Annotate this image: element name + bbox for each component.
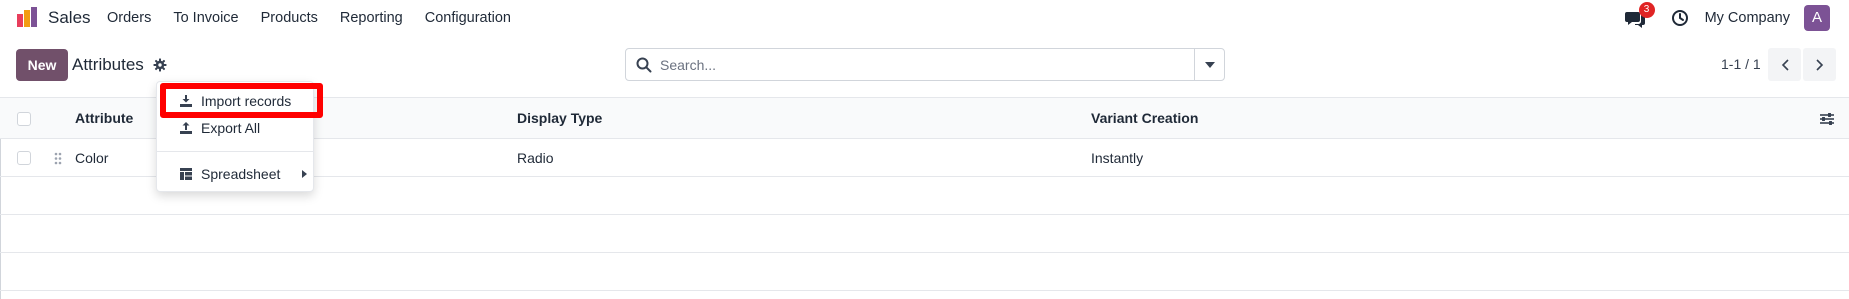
menu-import-records[interactable]: Import records — [157, 88, 315, 114]
search-bar — [625, 48, 1225, 81]
row-checkbox[interactable] — [17, 151, 31, 165]
systray: 3 My Company A — [1624, 0, 1849, 36]
download-icon — [180, 95, 192, 107]
menu-orders[interactable]: Orders — [107, 10, 151, 26]
gear-icon[interactable] — [153, 58, 167, 72]
page-title: Attributes — [72, 55, 144, 74]
menu-spreadsheet[interactable]: Spreadsheet — [157, 161, 315, 187]
cell-variant-creation: Instantly — [1091, 149, 1144, 166]
menu-products[interactable]: Products — [261, 10, 318, 26]
pager-previous-button[interactable] — [1768, 48, 1801, 81]
caret-down-icon — [1204, 61, 1215, 68]
search-icon — [636, 57, 652, 72]
menu-item-label: Import records — [201, 93, 292, 109]
column-variant-creation[interactable]: Variant Creation — [1091, 98, 1198, 138]
menu-item-label: Spreadsheet — [201, 166, 281, 182]
chevron-left-icon — [1781, 58, 1789, 71]
messaging-button[interactable]: 3 — [1624, 2, 1655, 29]
empty-row — [0, 215, 1849, 253]
gear-dropdown-menu: Import records Export All Spreadsheet — [156, 81, 314, 192]
activity-clock-icon[interactable] — [1671, 9, 1689, 27]
spreadsheet-icon — [180, 168, 192, 180]
chevron-right-icon — [1815, 58, 1823, 71]
upload-icon — [180, 122, 192, 134]
new-button[interactable]: New — [16, 49, 68, 81]
drag-handle-icon[interactable] — [54, 152, 62, 165]
column-display-type[interactable]: Display Type — [517, 98, 602, 138]
app-name[interactable]: Sales — [48, 8, 91, 28]
menu-item-label: Export All — [201, 120, 261, 136]
cell-display-type: Radio — [517, 149, 554, 166]
cell-attribute: Color — [75, 149, 109, 166]
menu-to-invoice[interactable]: To Invoice — [173, 10, 238, 26]
pager-value[interactable]: 1-1 / 1 — [1721, 56, 1761, 72]
column-settings-icon[interactable] — [1819, 112, 1835, 126]
empty-row — [0, 253, 1849, 291]
menu-export-all[interactable]: Export All — [157, 115, 315, 141]
search-options-toggle[interactable] — [1194, 49, 1224, 80]
search-input[interactable] — [660, 56, 1194, 73]
select-all-checkbox[interactable] — [17, 112, 31, 126]
submenu-caret-icon — [302, 170, 307, 178]
user-avatar[interactable]: A — [1804, 5, 1830, 31]
menu-divider — [157, 151, 313, 152]
top-navbar: Sales Orders To Invoice Products Reporti… — [0, 0, 1849, 36]
company-switcher[interactable]: My Company — [1705, 10, 1790, 26]
chat-badge: 3 — [1638, 2, 1655, 18]
sales-app-logo-icon[interactable] — [16, 6, 38, 28]
main-menu: Orders To Invoice Products Reporting Con… — [107, 0, 533, 36]
menu-configuration[interactable]: Configuration — [425, 10, 511, 26]
pager-next-button[interactable] — [1803, 48, 1836, 81]
menu-reporting[interactable]: Reporting — [340, 10, 403, 26]
column-attribute[interactable]: Attribute — [75, 98, 133, 138]
